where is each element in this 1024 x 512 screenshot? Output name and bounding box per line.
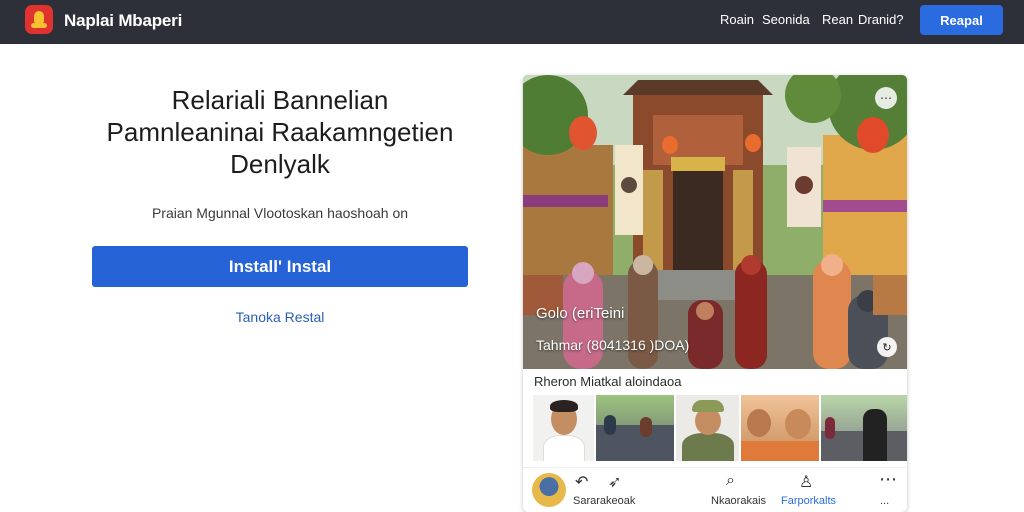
nav-link-2[interactable]: Seonida xyxy=(762,12,810,27)
thumb-person xyxy=(603,415,616,435)
header-cta-button[interactable]: Reapal xyxy=(920,5,1003,35)
search-label[interactable]: Nkaorakais xyxy=(711,495,766,507)
top-navigation-bar: Naplai Mbaperi Roain Seonida Rean Dranid… xyxy=(0,0,1024,44)
hero-title-line-1: Relariali Bannelian xyxy=(171,85,389,115)
hero-title: Relariali Bannelian Pamnleaninai Raakamn… xyxy=(80,84,480,180)
thumbnail-man-portrait[interactable] xyxy=(533,395,594,461)
preview-card: Golo (eriTeini Tahmar (8041316 )DOA) ⋯ ↻… xyxy=(523,75,907,512)
thumb-person xyxy=(824,417,835,439)
search-icon[interactable]: ⌕ xyxy=(726,472,735,490)
nav-link-4[interactable]: Dranid? xyxy=(858,12,904,27)
thumbnail-street-procession[interactable] xyxy=(820,395,907,461)
thumb-figure-face xyxy=(784,409,811,439)
thumb-figure-shirt xyxy=(681,433,734,461)
avatar[interactable] xyxy=(532,473,566,507)
install-button[interactable]: Install' Instal xyxy=(92,246,468,287)
dots-icon[interactable]: ⋯ xyxy=(875,87,897,109)
thumb-figure-face xyxy=(746,409,771,437)
more-label[interactable]: ... xyxy=(880,495,889,507)
thumb-food xyxy=(740,441,819,461)
active-tab-label[interactable]: Farporkalts xyxy=(781,495,836,507)
temple-scene-illustration xyxy=(523,75,907,369)
bell-base xyxy=(31,23,47,28)
hero-title-line-3: Denlyalk xyxy=(230,149,330,179)
bell-shape xyxy=(34,11,44,23)
thumb-figure-shirt xyxy=(543,435,585,461)
card-bottom-bar: ↶ ➶ Sararakeoak ⌕ Nkaorakais ♙ Farporkal… xyxy=(523,467,907,512)
nav-link-1[interactable]: Roain xyxy=(720,12,754,27)
person-icon[interactable]: ♙ xyxy=(799,472,813,492)
temple-photo[interactable]: Golo (eriTeini Tahmar (8041316 )DOA) ⋯ ↻ xyxy=(523,75,907,369)
photo-caption-subtitle: Tahmar (8041316 )DOA) xyxy=(536,337,690,353)
thumb-green-hat xyxy=(691,400,724,412)
app-logo-icon[interactable] xyxy=(25,5,53,34)
thumbnail-crowd-street[interactable] xyxy=(595,395,674,461)
nav-link-3[interactable]: Rean xyxy=(822,12,853,27)
photo-caption-title: Golo (eriTeini xyxy=(536,305,625,322)
related-section-label: Rheron Miatkal aloindaoa xyxy=(534,374,682,389)
hero-subtitle: Praian Mgunnal Vlootoskan haoshoah on xyxy=(151,205,409,221)
left-action-label[interactable]: Sararakeoak xyxy=(573,495,635,507)
thumb-person xyxy=(862,409,887,461)
thumb-figure-hair xyxy=(550,400,578,412)
hero-title-line-2: Pamnleaninai Raakamngetien xyxy=(106,117,454,147)
replay-icon[interactable]: ↻ xyxy=(877,337,897,357)
send-icon[interactable]: ➶ xyxy=(608,472,621,492)
thumbnail-strip xyxy=(533,395,907,463)
thumb-person xyxy=(639,417,652,437)
app-title[interactable]: Naplai Mbaperi xyxy=(64,11,182,31)
thumbnail-family-eating[interactable] xyxy=(740,395,819,461)
secondary-install-link[interactable]: Tanoka Restal xyxy=(92,309,468,325)
more-dots-icon[interactable]: ⋯ xyxy=(879,469,897,490)
share-icon[interactable]: ↶ xyxy=(575,472,588,492)
thumbnail-man-green-hat[interactable] xyxy=(675,395,739,461)
